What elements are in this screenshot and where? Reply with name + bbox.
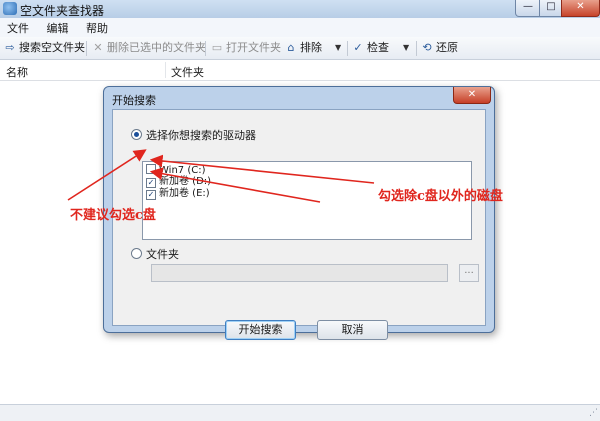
menu-help[interactable]: 帮助 — [79, 18, 115, 38]
window-title: 空文件夹查找器 — [20, 4, 105, 18]
minimize-button[interactable]: — — [515, 0, 541, 17]
folder-search-icon — [3, 2, 17, 15]
check-label: 检查 — [367, 41, 389, 54]
close-button[interactable]: ✕ — [561, 0, 600, 17]
exclude-dropdown-icon[interactable]: ▼ — [335, 40, 341, 56]
drive-label: Win7 (C:) — [159, 165, 206, 176]
checkbox-checked-icon: ✓ — [146, 190, 156, 200]
refresh-icon: ⟲ — [422, 41, 432, 54]
menu-edit[interactable]: 编辑 — [40, 18, 76, 38]
annotation-left: 不建议勾选c盘 — [70, 208, 156, 223]
x-icon: ✕ — [93, 41, 103, 54]
delete-selected-button[interactable]: ✕ 删除已选中的文件夹 — [92, 40, 206, 56]
start-search-dialog: 开始搜索 ✕ 选择你想搜索的驱动器 Win7 (C:) ✓ 新加卷 (D:) ✓ 新… — [103, 86, 495, 340]
menu-bar: 文件 编辑 帮助 — [0, 18, 600, 38]
search-empty-folders-label: 搜索空文件夹 — [19, 41, 85, 54]
check-dropdown-icon[interactable]: ▼ — [403, 40, 409, 56]
column-folder[interactable]: 文件夹 — [171, 64, 204, 80]
toolbar-divider — [86, 41, 87, 56]
radio-select-drives-label: 选择你想搜索的驱动器 — [146, 129, 256, 142]
list-header: 名称 文件夹 — [0, 60, 600, 81]
menu-file[interactable]: 文件 — [0, 18, 36, 38]
toolbar-divider — [347, 41, 348, 56]
check-icon: ✓ — [353, 41, 363, 54]
maximize-button[interactable]: □ — [539, 0, 563, 17]
status-bar: ⋰ — [0, 404, 600, 421]
column-divider[interactable] — [165, 62, 166, 78]
restore-label: 还原 — [436, 41, 458, 54]
check-button[interactable]: ✓ 检查 — [352, 40, 389, 56]
restore-button[interactable]: ⟲ 还原 — [421, 40, 458, 56]
folder-path-input[interactable] — [151, 264, 448, 282]
radio-select-drives[interactable]: 选择你想搜索的驱动器 — [131, 127, 256, 143]
arrow-right-icon: ⇨ — [5, 41, 15, 54]
exclude-label: 排除 — [300, 41, 322, 54]
radio-folder-label: 文件夹 — [146, 248, 179, 261]
checkbox-unchecked-icon — [146, 164, 156, 174]
radio-folder[interactable]: 文件夹 — [131, 246, 179, 262]
open-folder-label: 打开文件夹 — [226, 41, 281, 54]
toolbar: ⇨ 搜索空文件夹 ✕ 删除已选中的文件夹 ▭ 打开文件夹 ⌂ 排除 ▼ ✓ 检查 ▼ ⟲ 还… — [0, 37, 600, 60]
resize-grip-icon[interactable]: ⋰ — [589, 408, 598, 418]
browse-button[interactable]: ... — [459, 264, 479, 282]
dialog-body: 选择你想搜索的驱动器 Win7 (C:) ✓ 新加卷 (D:) ✓ 新加卷 (E:)… — [112, 109, 486, 340]
toolbar-divider — [205, 41, 206, 56]
drive-label: 新加卷 (D:) — [159, 176, 212, 187]
drive-item-c[interactable]: Win7 (C:) — [146, 164, 205, 176]
drive-item-d[interactable]: ✓ 新加卷 (D:) — [146, 176, 211, 188]
delete-selected-label: 删除已选中的文件夹 — [107, 41, 206, 54]
column-name[interactable]: 名称 — [6, 64, 28, 80]
search-empty-folders-button[interactable]: ⇨ 搜索空文件夹 — [4, 40, 85, 56]
annotation-right: 勾选除c盘以外的磁盘 — [378, 189, 503, 204]
open-folder-button[interactable]: ▭ 打开文件夹 — [211, 40, 281, 56]
start-search-button[interactable]: 开始搜索 — [225, 320, 296, 340]
checkbox-checked-icon: ✓ — [146, 178, 156, 188]
drive-label: 新加卷 (E:) — [159, 188, 210, 199]
dialog-title: 开始搜索 — [112, 94, 156, 107]
radio-unselected-icon — [131, 248, 142, 259]
folder-exclude-icon: ⌂ — [287, 41, 295, 54]
title-bar: 空文件夹查找器 — □ ✕ — [0, 0, 600, 19]
radio-selected-icon — [131, 129, 142, 140]
exclude-button[interactable]: ⌂ 排除 — [285, 40, 323, 56]
cancel-button[interactable]: 取消 — [317, 320, 388, 340]
dialog-close-button[interactable]: ✕ — [453, 87, 491, 104]
toolbar-divider — [416, 41, 417, 56]
folder-open-icon: ▭ — [211, 41, 223, 54]
drive-item-e[interactable]: ✓ 新加卷 (E:) — [146, 188, 210, 200]
